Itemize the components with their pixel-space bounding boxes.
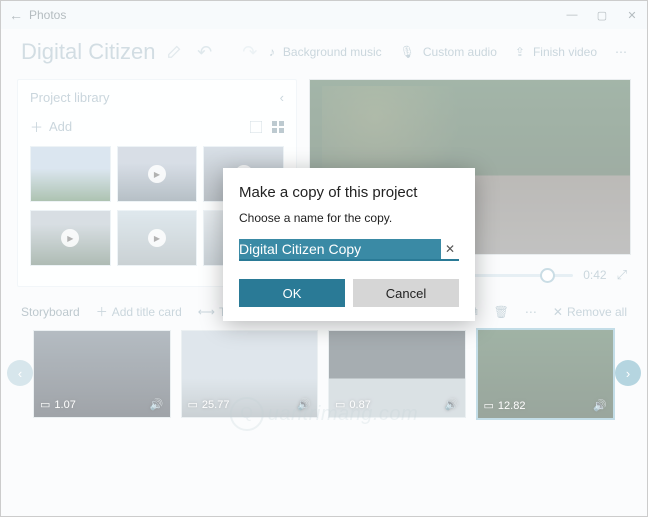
dialog-subtitle: Choose a name for the copy. — [239, 211, 459, 225]
cancel-button[interactable]: Cancel — [353, 279, 459, 307]
ok-button[interactable]: OK — [239, 279, 345, 307]
dialog-title: Make a copy of this project — [239, 184, 459, 201]
clear-icon[interactable]: ✕ — [441, 242, 459, 256]
copy-name-input[interactable] — [239, 239, 441, 259]
copy-project-dialog: Make a copy of this project Choose a nam… — [223, 168, 475, 321]
